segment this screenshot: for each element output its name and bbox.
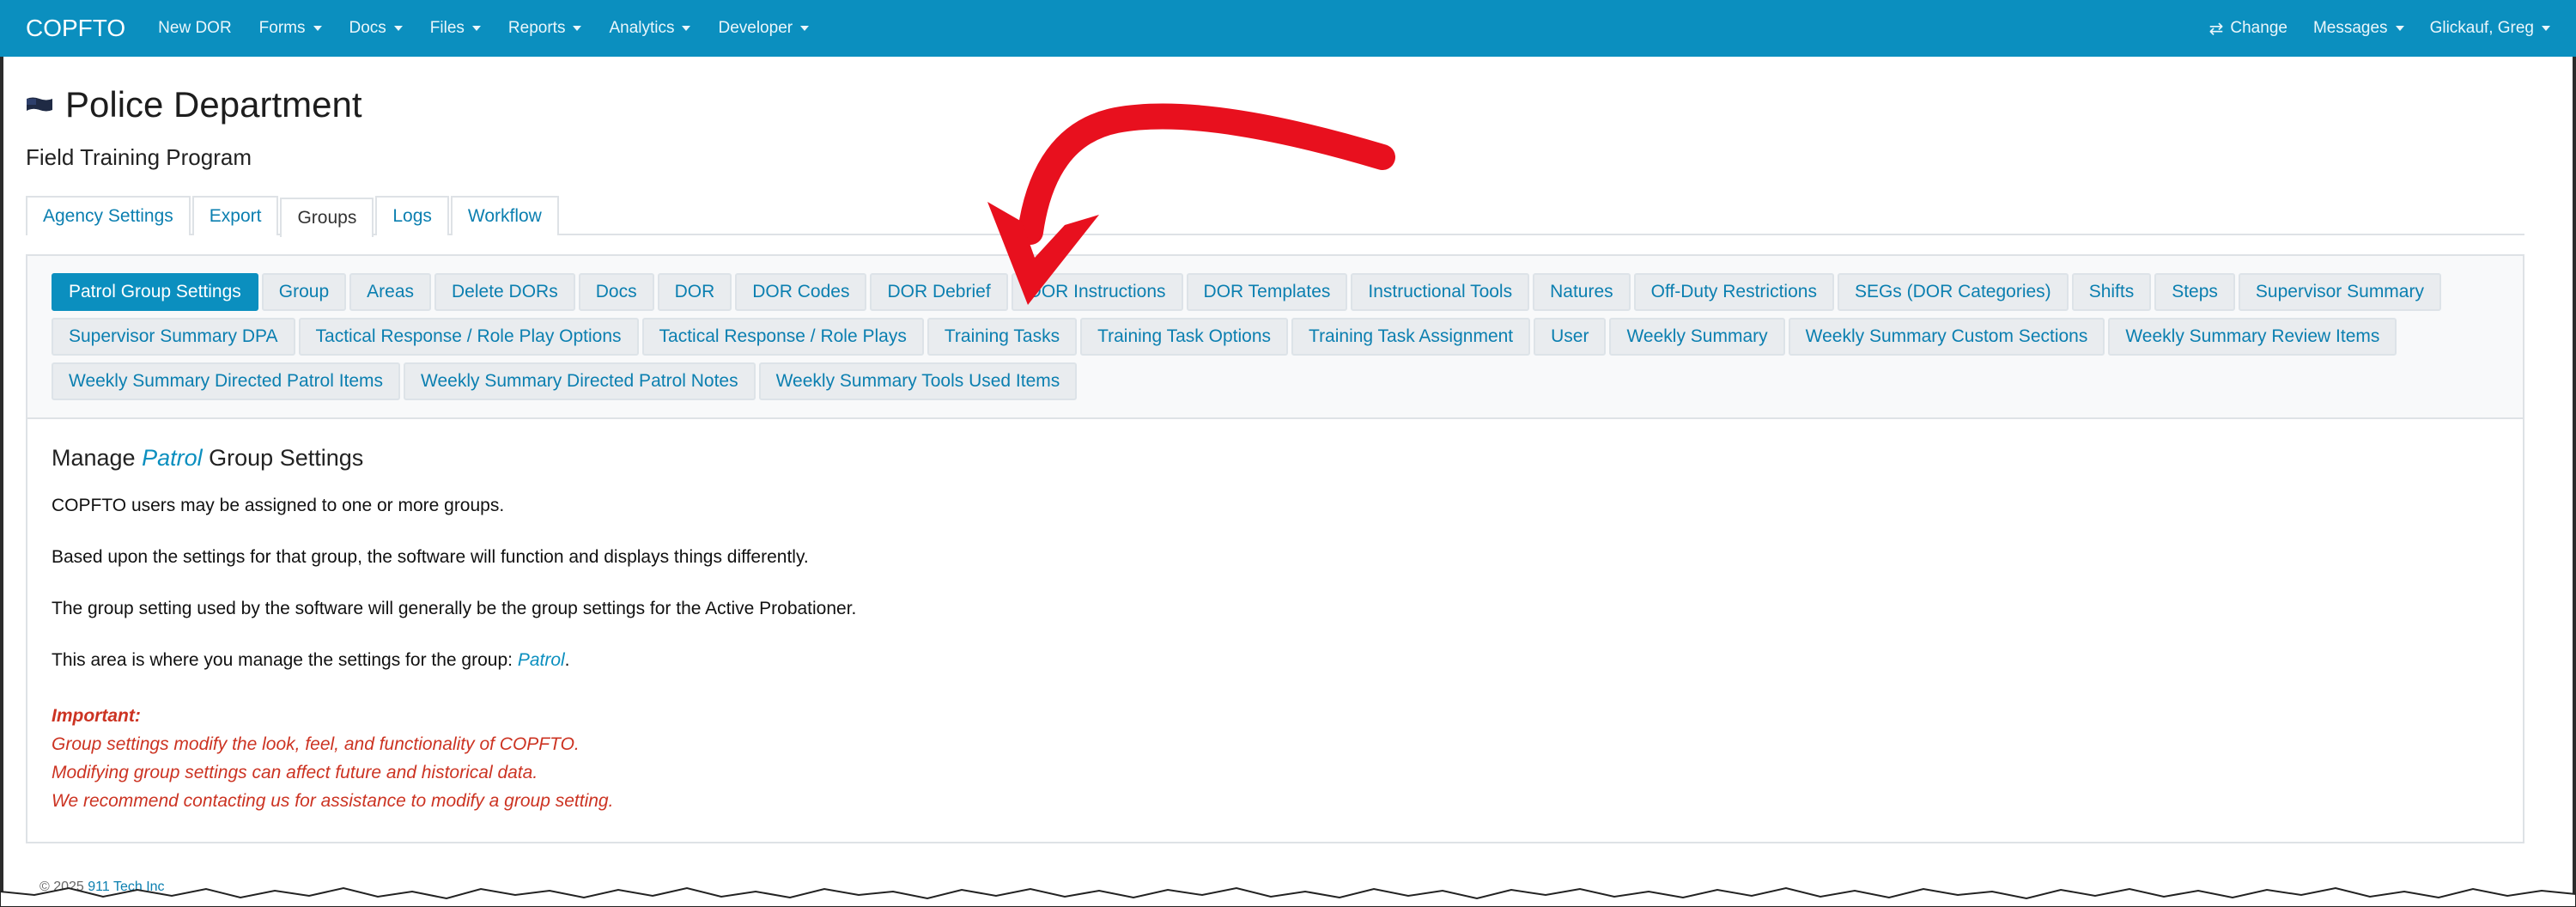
settings-pills: Patrol Group Settings Group Areas Delete… — [52, 273, 2507, 407]
caret-down-icon — [682, 26, 691, 31]
nav-change-link[interactable]: ⇄ Change — [2209, 18, 2287, 40]
pill-dor-instructions[interactable]: DOR Instructions — [1011, 273, 1183, 311]
nav-messages-menu[interactable]: Messages — [2313, 19, 2404, 38]
nav-new-dor-label: New DOR — [158, 19, 232, 37]
paragraph-4-prefix: This area is where you manage the settin… — [52, 650, 513, 670]
pill-docs[interactable]: Docs — [578, 273, 654, 311]
caret-down-icon — [2395, 26, 2404, 31]
page-title: Police Department — [65, 84, 362, 125]
page-title-row: Police Department — [26, 84, 362, 125]
tab-groups[interactable]: Groups — [280, 198, 374, 237]
caret-down-icon — [313, 26, 322, 31]
important-heading: Important: — [52, 706, 141, 726]
nav-docs-label: Docs — [349, 19, 386, 37]
nav-right-group: ⇄ Change Messages Glickauf, Greg — [2184, 18, 2550, 40]
settings-description: Manage Patrol Group Settings COPFTO user… — [27, 419, 2523, 815]
pill-off-duty-restrictions[interactable]: Off-Duty Restrictions — [1633, 273, 1834, 311]
nav-forms-label: Forms — [258, 19, 306, 37]
pill-dor-codes[interactable]: DOR Codes — [735, 273, 867, 311]
brand-logo[interactable]: COPFTO — [26, 15, 125, 42]
pill-weekly-summary-review-items[interactable]: Weekly Summary Review Items — [2108, 318, 2397, 356]
nav-forms-menu[interactable]: Forms — [259, 19, 322, 38]
description-paragraph-2: Based upon the settings for that group, … — [52, 547, 809, 567]
manage-heading: Manage Patrol Group Settings — [52, 445, 2499, 472]
description-paragraph-3: The group setting used by the software w… — [52, 599, 857, 618]
flag-icon — [27, 97, 52, 112]
pill-training-tasks[interactable]: Training Tasks — [927, 318, 1078, 356]
nav-files-menu[interactable]: Files — [430, 19, 481, 38]
pill-user[interactable]: User — [1534, 318, 1607, 356]
group-name: Patrol — [142, 445, 203, 471]
pill-supervisor-summary[interactable]: Supervisor Summary — [2238, 273, 2441, 311]
main-tabs: Agency Settings Export Groups Logs Workf… — [26, 196, 2524, 237]
pill-supervisor-summary-dpa[interactable]: Supervisor Summary DPA — [52, 318, 295, 356]
nav-analytics-menu[interactable]: Analytics — [609, 19, 691, 38]
nav-analytics-label: Analytics — [609, 19, 675, 37]
nav-change-label: Change — [2230, 19, 2287, 37]
pill-training-task-assignment[interactable]: Training Task Assignment — [1291, 318, 1531, 356]
tab-agency-settings[interactable]: Agency Settings — [26, 196, 191, 235]
nav-files-label: Files — [429, 19, 465, 37]
swap-icon: ⇄ — [2208, 19, 2224, 39]
nav-developer-label: Developer — [718, 19, 793, 37]
pill-areas[interactable]: Areas — [349, 273, 432, 311]
torn-edge-decoration — [0, 886, 2576, 907]
tab-workflow[interactable]: Workflow — [450, 196, 559, 235]
pill-dor[interactable]: DOR — [657, 273, 732, 311]
pill-segs[interactable]: SEGs (DOR Categories) — [1837, 273, 2069, 311]
pill-instructional-tools[interactable]: Instructional Tools — [1351, 273, 1530, 311]
description-paragraph-1: COPFTO users may be assigned to one or m… — [52, 496, 505, 515]
manage-suffix: Group Settings — [209, 445, 364, 471]
paragraph-4-group: Patrol — [517, 650, 565, 670]
nav-developer-menu[interactable]: Developer — [718, 19, 810, 38]
pill-delete-dors[interactable]: Delete DORs — [434, 273, 575, 311]
important-line-1: Group settings modify the look, feel, an… — [52, 734, 580, 754]
manage-prefix: Manage — [52, 445, 136, 471]
nav-docs-menu[interactable]: Docs — [349, 19, 403, 38]
pill-weekly-summary-custom-sections[interactable]: Weekly Summary Custom Sections — [1788, 318, 2105, 356]
caret-down-icon — [800, 26, 810, 31]
pill-tactical-response-options[interactable]: Tactical Response / Role Play Options — [298, 318, 639, 356]
page-subtitle: Field Training Program — [26, 144, 252, 170]
pill-weekly-summary-directed-patrol-items[interactable]: Weekly Summary Directed Patrol Items — [52, 362, 401, 400]
pill-shifts[interactable]: Shifts — [2071, 273, 2152, 311]
pill-training-task-options[interactable]: Training Task Options — [1080, 318, 1289, 356]
nav-user-menu[interactable]: Glickauf, Greg — [2430, 19, 2550, 38]
paragraph-4-suffix: . — [564, 650, 570, 670]
nav-reports-label: Reports — [507, 19, 566, 37]
pill-weekly-summary-tools-used-items[interactable]: Weekly Summary Tools Used Items — [758, 362, 1078, 400]
caret-down-icon — [573, 26, 582, 31]
important-line-3: We recommend contacting us for assistanc… — [52, 791, 614, 811]
top-navbar: COPFTO New DOR Forms Docs Files Reports … — [0, 0, 2576, 57]
nav-user-label: Glickauf, Greg — [2429, 19, 2534, 37]
pill-weekly-summary-directed-patrol-notes[interactable]: Weekly Summary Directed Patrol Notes — [404, 362, 756, 400]
description-paragraph-4: This area is where you manage the settin… — [52, 650, 2499, 671]
nav-new-dor[interactable]: New DOR — [158, 19, 232, 38]
pill-dor-templates[interactable]: DOR Templates — [1186, 273, 1348, 311]
nav-reports-menu[interactable]: Reports — [508, 19, 582, 38]
caret-down-icon — [2542, 26, 2550, 31]
pill-group[interactable]: Group — [261, 273, 347, 311]
nav-messages-label: Messages — [2312, 19, 2388, 37]
caret-down-icon — [471, 26, 481, 31]
pill-tactical-response-role-plays[interactable]: Tactical Response / Role Plays — [641, 318, 924, 356]
pill-natures[interactable]: Natures — [1533, 273, 1631, 311]
tab-export[interactable]: Export — [191, 196, 279, 235]
group-settings-card: Patrol Group Settings Group Areas Delete… — [26, 254, 2524, 843]
pill-weekly-summary[interactable]: Weekly Summary — [1609, 318, 1785, 356]
pill-patrol-group-settings[interactable]: Patrol Group Settings — [52, 273, 258, 311]
important-notice: Important: Group settings modify the loo… — [52, 702, 2499, 815]
pill-dor-debrief[interactable]: DOR Debrief — [870, 273, 1008, 311]
important-line-2: Modifying group settings can affect futu… — [52, 763, 538, 782]
caret-down-icon — [393, 26, 403, 31]
settings-pills-header: Patrol Group Settings Group Areas Delete… — [27, 256, 2523, 419]
tab-logs[interactable]: Logs — [375, 196, 449, 235]
pill-steps[interactable]: Steps — [2154, 273, 2235, 311]
